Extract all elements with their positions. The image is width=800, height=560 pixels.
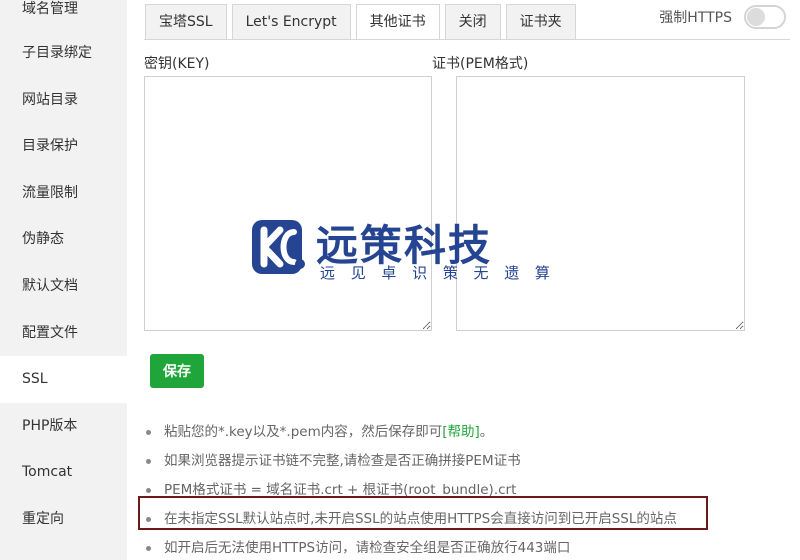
key-textarea[interactable] [144,76,432,331]
force-https: 强制HTTPS [659,4,786,30]
tip-item-highlighted: 在未指定SSL默认站点时,未开启SSL的站点使用HTTPS会直接访问到已开启SS… [146,507,766,536]
tip-item: 如果浏览器提示证书链不完整,请检查是否正确拼接PEM证书 [146,449,766,478]
sidebar: 域名管理 子目录绑定 网站目录 目录保护 流量限制 伪静态 默认文档 配置文件 … [0,0,127,560]
force-https-label: 强制HTTPS [659,10,732,26]
sidebar-item-ssl[interactable]: SSL [0,356,127,403]
tip-item: 如开启后无法使用HTTPS访问，请检查安全组是否正确放行443端口 [146,536,766,560]
sidebar-item-config-file[interactable]: 配置文件 [0,310,127,357]
force-https-toggle[interactable] [744,5,786,29]
ssl-tabs: 宝塔SSL Let's Encrypt 其他证书 关闭 证书夹 [145,4,581,40]
tab-cert-folder[interactable]: 证书夹 [505,4,576,40]
sidebar-item-dir-protection[interactable]: 目录保护 [0,123,127,170]
sidebar-item-rewrite[interactable]: 伪静态 [0,216,127,263]
tab-lets-encrypt[interactable]: Let's Encrypt [231,4,351,40]
save-button[interactable]: 保存 [150,354,204,388]
tip-item: 粘贴您的*.key以及*.pem内容，然后保存即可[帮助]。 [146,420,766,449]
sidebar-item-default-doc[interactable]: 默认文档 [0,263,127,310]
sidebar-item-site-directory[interactable]: 网站目录 [0,77,127,124]
toggle-knob [747,8,765,26]
sidebar-item-redirect[interactable]: 重定向 [0,496,127,543]
cert-textarea[interactable] [456,76,745,331]
key-field-label: 密钥(KEY) [144,56,210,72]
tip-item: PEM格式证书 = 域名证书.crt + 根证书(root_bundle).cr… [146,478,766,507]
sidebar-item-domain[interactable]: 域名管理 [0,0,127,30]
tip-text: 粘贴您的*.key以及*.pem内容，然后保存即可 [164,424,443,440]
help-link[interactable]: [帮助] [442,424,480,440]
tips-list: 粘贴您的*.key以及*.pem内容，然后保存即可[帮助]。 如果浏览器提示证书… [146,420,766,560]
cert-field-label: 证书(PEM格式) [432,56,529,72]
sidebar-item-php-version[interactable]: PHP版本 [0,403,127,450]
tab-bt-ssl[interactable]: 宝塔SSL [145,4,227,40]
tip-text-end: 。 [479,424,494,440]
sidebar-item-traffic-limit[interactable]: 流量限制 [0,170,127,217]
sidebar-item-tomcat[interactable]: Tomcat [0,449,127,496]
tabs-divider [144,39,790,40]
tab-other-cert[interactable]: 其他证书 [355,4,440,40]
sidebar-item-subdir-binding[interactable]: 子目录绑定 [0,30,127,77]
tab-close[interactable]: 关闭 [444,4,501,40]
